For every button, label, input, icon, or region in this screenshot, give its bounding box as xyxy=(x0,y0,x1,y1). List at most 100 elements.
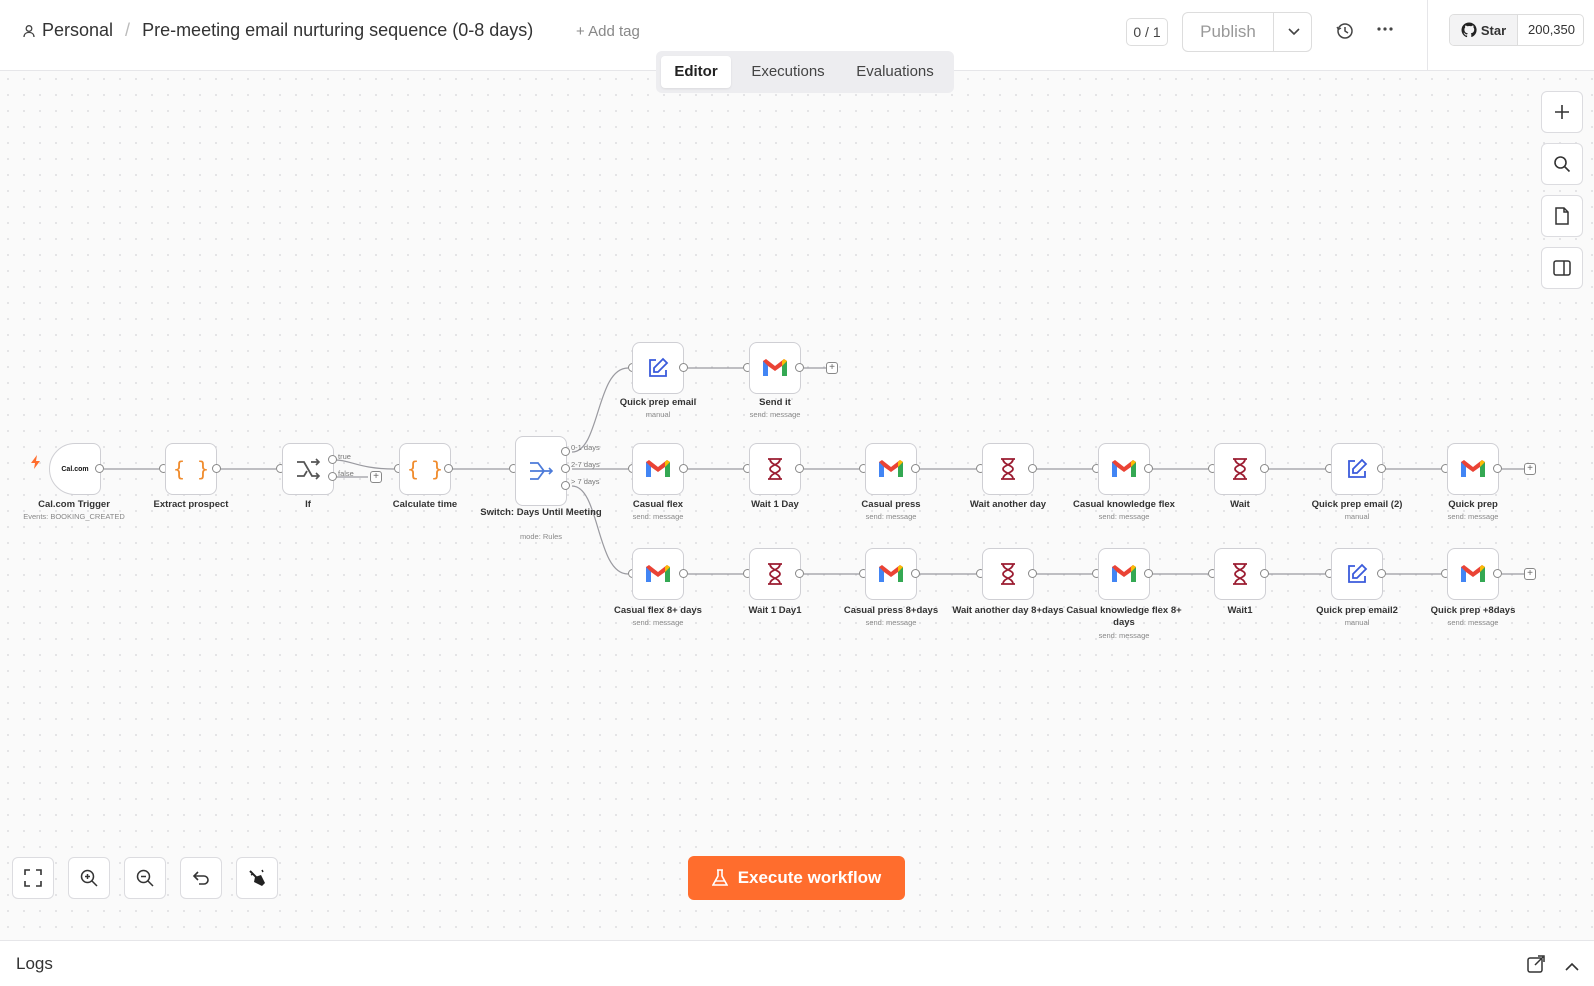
node-casual-press[interactable] xyxy=(865,443,917,495)
tab-evaluations[interactable]: Evaluations xyxy=(843,56,947,88)
output-port-false[interactable] xyxy=(328,472,337,481)
node-wait1[interactable] xyxy=(1214,548,1266,600)
output-port[interactable] xyxy=(1144,464,1153,473)
tidy-up-button[interactable] xyxy=(236,857,278,899)
add-node-button[interactable]: + xyxy=(826,362,838,374)
node-label: Switch: Days Until Meeting xyxy=(480,507,602,518)
output-port[interactable] xyxy=(1260,464,1269,473)
output-port[interactable] xyxy=(795,569,804,578)
node-wait-another-day-8-days[interactable] xyxy=(982,548,1034,600)
node-casual-knowledge-flex[interactable] xyxy=(1098,443,1150,495)
node-switch[interactable] xyxy=(515,436,567,506)
sticky-note-button[interactable] xyxy=(1541,195,1583,237)
output-port[interactable] xyxy=(679,569,688,578)
output-port[interactable] xyxy=(212,464,221,473)
execute-workflow-button[interactable]: Execute workflow xyxy=(688,856,905,900)
node-label: Wait1 xyxy=(1227,605,1253,616)
if-true-label: true xyxy=(338,452,351,461)
workflow-title[interactable]: Pre-meeting email nurturing sequence (0-… xyxy=(142,20,533,41)
tab-editor[interactable]: Editor xyxy=(661,56,731,88)
node-subtitle: send: message xyxy=(1098,512,1150,521)
output-port[interactable] xyxy=(1028,464,1037,473)
node-if[interactable] xyxy=(282,443,334,495)
add-node-button[interactable]: + xyxy=(1524,568,1536,580)
node-quick-prep-8-days[interactable] xyxy=(1447,548,1499,600)
history-button[interactable] xyxy=(1336,22,1354,45)
node-label: Quick prep xyxy=(1448,499,1498,510)
node-subtitle: manual xyxy=(1344,618,1370,627)
gmail-icon xyxy=(879,565,903,582)
publish-button[interactable]: Publish xyxy=(1183,13,1273,51)
node-subtitle: send: message xyxy=(865,512,917,521)
add-node-panel-button[interactable] xyxy=(1541,91,1583,133)
output-port[interactable] xyxy=(1028,569,1037,578)
node-casual-flex-8-days[interactable] xyxy=(632,548,684,600)
publish-dropdown-button[interactable] xyxy=(1273,13,1311,51)
output-port[interactable] xyxy=(911,464,920,473)
github-star-button[interactable]: Star xyxy=(1450,15,1517,45)
node-extract-prospect[interactable]: { } xyxy=(165,443,217,495)
add-tag-button[interactable]: + Add tag xyxy=(576,23,640,40)
node-label: Casual press 8+days xyxy=(843,605,939,616)
pop-out-logs-button[interactable] xyxy=(1527,955,1545,978)
output-port-over-7-days[interactable] xyxy=(561,481,570,490)
github-star-widget[interactable]: Star 200,350 xyxy=(1449,14,1584,46)
node-casual-press-8-days[interactable] xyxy=(865,548,917,600)
hourglass-icon xyxy=(1233,458,1247,480)
gmail-icon xyxy=(879,460,903,477)
more-options-button[interactable] xyxy=(1376,20,1394,43)
output-port[interactable] xyxy=(1493,569,1502,578)
output-port[interactable] xyxy=(795,363,804,372)
output-port[interactable] xyxy=(1260,569,1269,578)
node-label: Wait 1 Day1 xyxy=(748,605,802,616)
node-casual-flex[interactable] xyxy=(632,443,684,495)
node-wait[interactable] xyxy=(1214,443,1266,495)
zoom-out-button[interactable] xyxy=(124,857,166,899)
zoom-in-button[interactable] xyxy=(68,857,110,899)
output-port[interactable] xyxy=(95,464,104,473)
node-quick-prep-email2[interactable] xyxy=(1331,548,1383,600)
header-divider xyxy=(1427,0,1428,71)
switch-output-label: > 7 days xyxy=(571,477,600,486)
node-quick-prep-email-2[interactable] xyxy=(1331,443,1383,495)
calcom-logo: Cal.com xyxy=(61,465,89,473)
node-send-it[interactable] xyxy=(749,342,801,394)
node-label: Calculate time xyxy=(392,499,458,510)
output-port-0-1-days[interactable] xyxy=(561,447,570,456)
output-port[interactable] xyxy=(444,464,453,473)
output-port-true[interactable] xyxy=(328,455,337,464)
workflow-canvas[interactable]: Cal.com Cal.com Trigger Events: BOOKING_… xyxy=(0,71,1594,940)
expand-logs-button[interactable] xyxy=(1565,958,1579,976)
node-wait-1-day1[interactable] xyxy=(749,548,801,600)
if-false-label: false xyxy=(338,469,354,478)
output-port[interactable] xyxy=(1377,464,1386,473)
output-port-2-7-days[interactable] xyxy=(561,464,570,473)
project-link[interactable]: Personal xyxy=(42,20,113,41)
node-quick-prep[interactable] xyxy=(1447,443,1499,495)
node-casual-knowledge-flex-8-days[interactable] xyxy=(1098,548,1150,600)
output-port[interactable] xyxy=(1493,464,1502,473)
node-quick-prep-email[interactable] xyxy=(632,342,684,394)
logs-panel-bar[interactable]: Logs xyxy=(0,940,1594,986)
output-port[interactable] xyxy=(1377,569,1386,578)
search-nodes-button[interactable] xyxy=(1541,143,1583,185)
gmail-icon xyxy=(1112,565,1136,582)
fit-view-button[interactable] xyxy=(12,857,54,899)
gmail-icon xyxy=(1112,460,1136,477)
add-node-button[interactable]: + xyxy=(370,471,382,483)
add-node-button[interactable]: + xyxy=(1524,463,1536,475)
output-port[interactable] xyxy=(679,363,688,372)
output-port[interactable] xyxy=(911,569,920,578)
toggle-panel-button[interactable] xyxy=(1541,247,1583,289)
node-calcom-trigger[interactable]: Cal.com xyxy=(49,443,101,495)
node-label: Quick prep email xyxy=(619,397,697,408)
output-port[interactable] xyxy=(679,464,688,473)
tab-executions[interactable]: Executions xyxy=(739,56,837,88)
output-port[interactable] xyxy=(1144,569,1153,578)
node-wait-1-day[interactable] xyxy=(749,443,801,495)
node-wait-another-day[interactable] xyxy=(982,443,1034,495)
output-port[interactable] xyxy=(795,464,804,473)
reset-zoom-button[interactable] xyxy=(180,857,222,899)
gmail-icon xyxy=(1461,565,1485,582)
active-counter: 0 / 1 xyxy=(1126,18,1168,46)
